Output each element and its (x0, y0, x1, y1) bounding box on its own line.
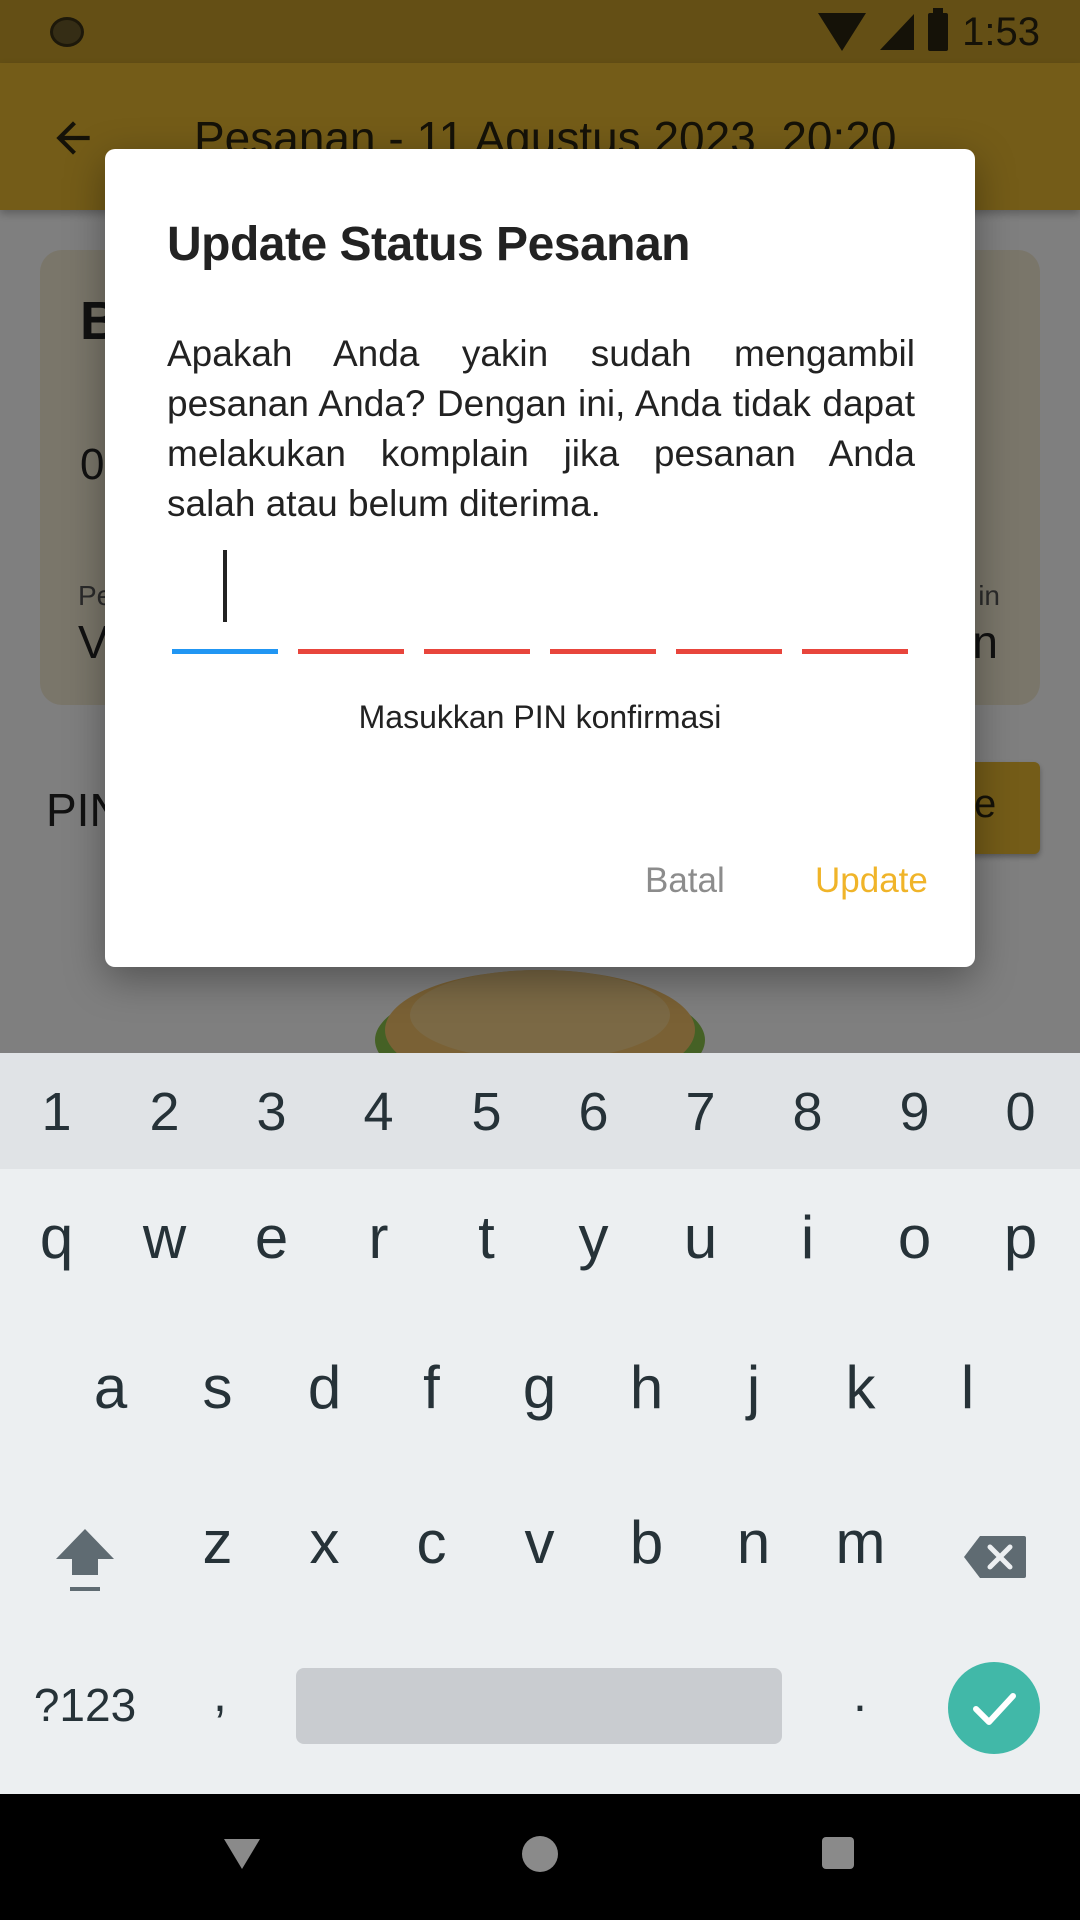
key-c[interactable]: c (378, 1508, 485, 1577)
key-z[interactable]: z (164, 1508, 271, 1577)
nav-back-icon[interactable] (222, 1837, 262, 1871)
key-0[interactable]: 0 (967, 1081, 1074, 1143)
pin-digit-1[interactable] (172, 544, 278, 654)
pin-digit-3[interactable] (424, 544, 530, 654)
pin-digit-5[interactable] (676, 544, 782, 654)
key-5[interactable]: 5 (433, 1081, 540, 1143)
key-y[interactable]: y (540, 1203, 647, 1272)
pin-digit-4[interactable] (550, 544, 656, 654)
key-w[interactable]: w (111, 1203, 218, 1272)
key-o[interactable]: o (861, 1203, 968, 1272)
key-v[interactable]: v (486, 1508, 593, 1577)
nav-recents-icon[interactable] (822, 1837, 854, 1869)
key-e[interactable]: e (218, 1203, 325, 1272)
key-i[interactable]: i (754, 1203, 861, 1272)
dialog-message: Apakah Anda yakin sudah mengambil pesana… (167, 333, 915, 524)
key-4[interactable]: 4 (325, 1081, 432, 1143)
number-row: 1 2 3 4 5 6 7 8 9 0 (0, 1053, 1080, 1169)
update-status-dialog: Update Status Pesanan Apakah Anda yakin … (105, 149, 975, 967)
text-cursor (223, 550, 227, 622)
cancel-button[interactable]: Batal (645, 861, 725, 901)
pin-digit-6[interactable] (802, 544, 908, 654)
key-l[interactable]: l (914, 1353, 1021, 1422)
nav-home-icon[interactable] (522, 1836, 558, 1872)
pin-input[interactable] (172, 544, 912, 654)
comma-key[interactable]: , (195, 1665, 245, 1723)
space-bar[interactable] (296, 1668, 782, 1744)
period-key[interactable]: . (835, 1665, 885, 1723)
key-2[interactable]: 2 (111, 1081, 218, 1143)
key-b[interactable]: b (593, 1508, 700, 1577)
dialog-title: Update Status Pesanan (167, 218, 690, 271)
key-1[interactable]: 1 (3, 1081, 110, 1143)
key-8[interactable]: 8 (754, 1081, 861, 1143)
key-m[interactable]: m (807, 1508, 914, 1577)
key-s[interactable]: s (164, 1353, 271, 1422)
key-d[interactable]: d (271, 1353, 378, 1422)
key-g[interactable]: g (486, 1353, 593, 1422)
pin-digit-2[interactable] (298, 544, 404, 654)
key-3[interactable]: 3 (218, 1081, 325, 1143)
key-r[interactable]: r (325, 1203, 432, 1272)
key-6[interactable]: 6 (540, 1081, 647, 1143)
key-n[interactable]: n (700, 1508, 807, 1577)
backspace-icon[interactable] (962, 1534, 1028, 1580)
key-f[interactable]: f (378, 1353, 485, 1422)
key-9[interactable]: 9 (861, 1081, 968, 1143)
key-q[interactable]: q (3, 1203, 110, 1272)
enter-key[interactable] (948, 1662, 1040, 1754)
key-t[interactable]: t (433, 1203, 540, 1272)
checkmark-icon (973, 1693, 1016, 1725)
soft-keyboard: 1 2 3 4 5 6 7 8 9 0 q w e r t y u i o p … (0, 1053, 1080, 1794)
key-h[interactable]: h (593, 1353, 700, 1422)
key-j[interactable]: j (700, 1353, 807, 1422)
update-button[interactable]: Update (815, 861, 928, 901)
key-p[interactable]: p (967, 1203, 1074, 1272)
key-7[interactable]: 7 (647, 1081, 754, 1143)
key-u[interactable]: u (647, 1203, 754, 1272)
shift-icon[interactable] (50, 1523, 120, 1595)
pin-hint: Masukkan PIN konfirmasi (358, 699, 722, 735)
key-x[interactable]: x (271, 1508, 378, 1577)
symbols-key[interactable]: ?123 (30, 1678, 140, 1732)
key-a[interactable]: a (57, 1353, 164, 1422)
key-k[interactable]: k (807, 1353, 914, 1422)
system-nav-bar (0, 1794, 1080, 1920)
